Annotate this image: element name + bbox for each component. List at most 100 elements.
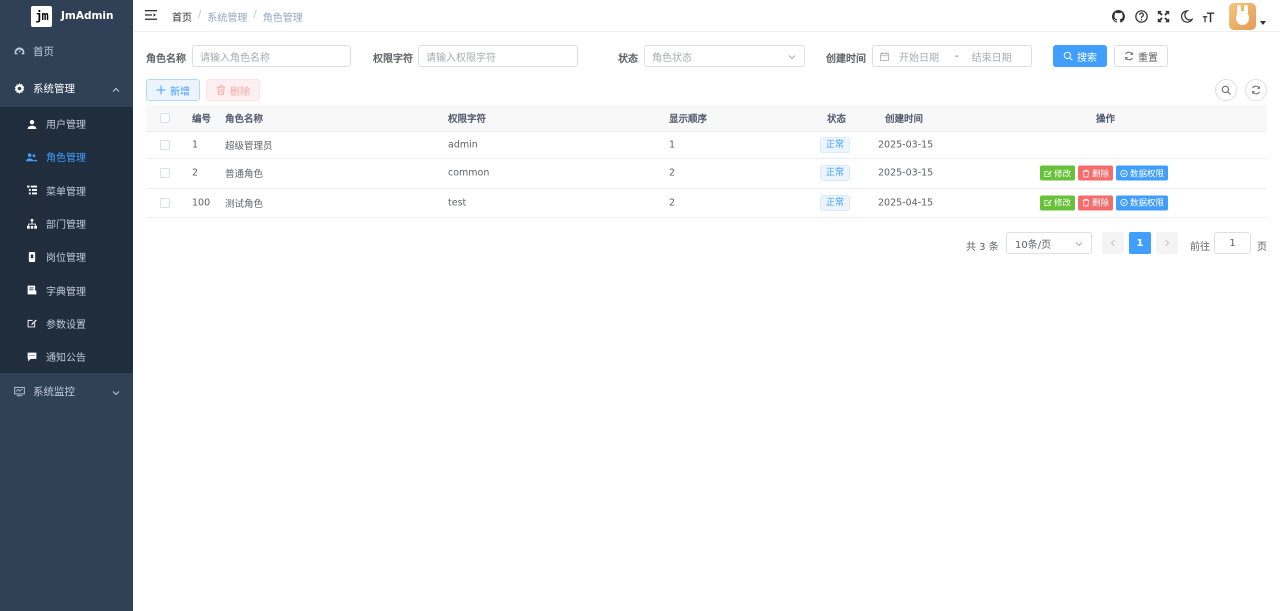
row-checkbox[interactable] xyxy=(160,140,170,150)
delete-row-button[interactable]: 删除 xyxy=(1078,195,1114,211)
cell-created: 2025-03-15 xyxy=(878,167,934,179)
sidebar-item-menus[interactable]: 菜单管理 xyxy=(0,174,133,207)
refresh-icon xyxy=(1251,85,1261,95)
edit-icon xyxy=(1044,169,1052,177)
dict-icon xyxy=(26,285,37,296)
check-circle-icon xyxy=(1120,199,1128,207)
edit-button[interactable]: 修改 xyxy=(1040,195,1076,211)
status-tag: 正常 xyxy=(820,194,851,211)
cell-sort: 1 xyxy=(669,139,676,151)
pagination: 共 3 条 10条/页 1 前往 1 页 xyxy=(133,232,1280,254)
check-circle-icon xyxy=(1120,169,1128,177)
row-checkbox[interactable] xyxy=(160,197,170,208)
sidebar-item-posts[interactable]: 岗位管理 xyxy=(0,240,133,273)
navbar: 首页 / 系统管理 / 角色管理 xyxy=(133,0,1280,32)
search-icon xyxy=(1063,51,1073,61)
page-size-value: 10条/页 xyxy=(1015,239,1052,251)
role-key-label: 权限字符 xyxy=(373,54,413,65)
date-range-picker[interactable]: 开始日期 - 结束日期 xyxy=(872,45,1032,67)
search-form: 角色名称 请输入角色名称 权限字符 请输入权限字符 状态 角色状态 创建时间 开 xyxy=(146,45,1266,67)
avatar[interactable] xyxy=(1229,2,1256,30)
chevron-down-icon xyxy=(788,53,796,61)
role-name-placeholder: 请输入角色名称 xyxy=(200,52,270,64)
breadcrumb-separator: / xyxy=(253,9,257,20)
breadcrumb-separator: / xyxy=(198,9,202,20)
dashboard-icon xyxy=(13,46,25,58)
edit-button-label: 修改 xyxy=(1054,169,1072,180)
fullscreen-icon[interactable] xyxy=(1157,9,1171,23)
header-id: 编号 xyxy=(192,114,212,125)
sidebar-item-dict[interactable]: 字典管理 xyxy=(0,273,133,306)
github-icon[interactable] xyxy=(1112,9,1126,23)
status-select[interactable]: 角色状态 xyxy=(644,45,805,67)
gear-icon xyxy=(13,83,25,95)
sidebar-item-label: 系统监控 xyxy=(33,386,75,399)
end-date-placeholder[interactable]: 结束日期 xyxy=(972,49,1012,64)
moon-icon[interactable] xyxy=(1179,9,1193,23)
search-button-label: 搜索 xyxy=(1077,52,1097,64)
add-button[interactable]: 新增 xyxy=(146,79,200,101)
status-label: 状态 xyxy=(618,54,638,65)
caret-down-icon[interactable] xyxy=(1260,21,1266,25)
sidebar-item-depts[interactable]: 部门管理 xyxy=(0,207,133,240)
goto-page-input[interactable]: 1 xyxy=(1214,232,1251,254)
app-layout: jm JmAdmin 首页 系统管理 用户管理 角色管理 菜单管理 部门管理 岗… xyxy=(0,0,1280,611)
prev-page-button[interactable] xyxy=(1102,232,1124,254)
data-scope-button[interactable]: 数据权限 xyxy=(1116,165,1169,181)
role-key-input[interactable]: 请输入权限字符 xyxy=(418,45,578,67)
cell-role-key: admin xyxy=(448,139,478,151)
add-button-label: 新增 xyxy=(170,86,190,98)
calendar-icon xyxy=(880,51,889,61)
message-icon xyxy=(26,351,37,362)
question-icon[interactable] xyxy=(1134,9,1148,23)
reset-button[interactable]: 重置 xyxy=(1114,45,1168,67)
app-name: JmAdmin xyxy=(61,10,114,22)
page-size-select[interactable]: 10条/页 xyxy=(1006,232,1092,254)
data-scope-button-label: 数据权限 xyxy=(1130,169,1165,180)
role-name-input[interactable]: 请输入角色名称 xyxy=(192,45,351,67)
role-table: 编号 角色名称 权限字符 显示顺序 状态 创建时间 操作 1 超级管理员 adm… xyxy=(146,105,1267,218)
cell-role-key: common xyxy=(448,167,490,179)
logo-mark: jm xyxy=(31,5,52,27)
user-icon xyxy=(26,118,37,129)
edit-button-label: 修改 xyxy=(1054,198,1072,209)
sidebar-item-config[interactable]: 参数设置 xyxy=(0,307,133,340)
row-checkbox[interactable] xyxy=(160,168,170,179)
delete-row-button[interactable]: 删除 xyxy=(1078,165,1114,181)
cell-id: 1 xyxy=(192,139,199,151)
breadcrumb: 首页 / 系统管理 / 角色管理 xyxy=(172,9,303,24)
search-icon xyxy=(1221,85,1231,95)
data-scope-button[interactable]: 数据权限 xyxy=(1116,195,1169,211)
page-button-current[interactable]: 1 xyxy=(1129,232,1151,254)
page-suffix: 页 xyxy=(1257,242,1267,253)
goto-label: 前往 xyxy=(1190,242,1210,253)
search-button[interactable]: 搜索 xyxy=(1053,45,1107,67)
hamburger-icon[interactable] xyxy=(145,9,157,21)
range-separator: - xyxy=(955,50,959,62)
cell-role-name: 超级管理员 xyxy=(225,141,273,152)
data-scope-button-label: 数据权限 xyxy=(1130,198,1165,209)
breadcrumb-home[interactable]: 首页 xyxy=(172,9,192,24)
select-all-checkbox[interactable] xyxy=(160,113,170,123)
sidebar-item-label: 岗位管理 xyxy=(46,253,86,265)
start-date-placeholder[interactable]: 开始日期 xyxy=(899,49,939,64)
font-size-icon[interactable] xyxy=(1202,9,1216,23)
delete-button[interactable]: 删除 xyxy=(206,79,260,101)
chevron-down-icon xyxy=(1075,240,1083,248)
next-page-button[interactable] xyxy=(1156,232,1178,254)
trash-icon xyxy=(1082,169,1090,178)
refresh-table-button[interactable] xyxy=(1245,79,1267,101)
edit-button[interactable]: 修改 xyxy=(1040,165,1076,181)
trash-icon xyxy=(1082,199,1090,207)
sidebar-item-monitor[interactable]: 系统监控 xyxy=(0,373,133,410)
logo[interactable]: jm JmAdmin xyxy=(0,0,133,32)
sidebar-item-home[interactable]: 首页 xyxy=(0,33,133,70)
sidebar-item-users[interactable]: 用户管理 xyxy=(0,107,133,140)
post-icon xyxy=(26,251,37,262)
breadcrumb-system: 系统管理 xyxy=(207,13,248,24)
sidebar-item-notice[interactable]: 通知公告 xyxy=(0,340,133,373)
sidebar-item-system[interactable]: 系统管理 xyxy=(0,70,133,107)
sidebar-item-roles[interactable]: 角色管理 xyxy=(0,140,133,173)
toggle-search-button[interactable] xyxy=(1215,79,1237,101)
sidebar-item-label: 用户管理 xyxy=(46,120,86,132)
